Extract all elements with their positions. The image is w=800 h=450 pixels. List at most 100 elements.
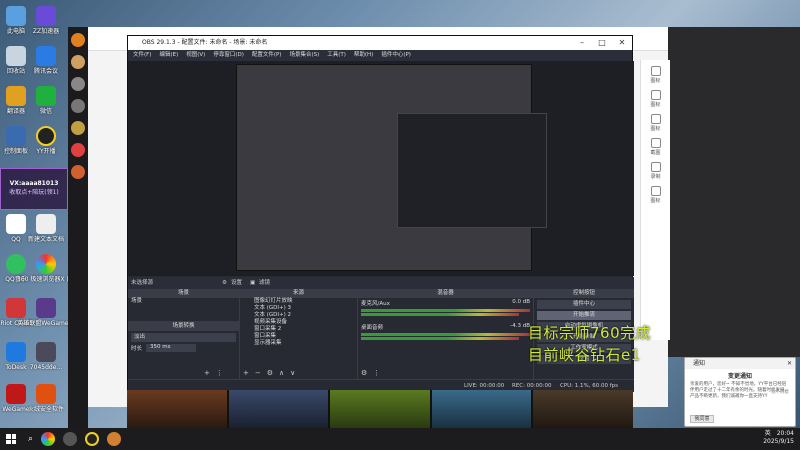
right-tool-item[interactable]: 图标: [641, 90, 670, 108]
tool-icon: [650, 186, 661, 196]
scene-item[interactable]: 场景: [128, 298, 239, 305]
game-thumbnail[interactable]: [533, 390, 633, 428]
menu-view[interactable]: 视图(V): [186, 50, 205, 61]
desktop-icon-area: 此电脑 ZZ加速器 回收站 腾讯会议 翻译器 微信 控制面板 YY开播 VX:a…: [0, 0, 75, 428]
desktop-icon-new-text[interactable]: 新建文本文档: [16, 214, 76, 243]
desktop-volume-slider[interactable]: [361, 337, 519, 340]
right-toolbar: 图标 图标 图标 截图 录制 图标: [640, 60, 670, 340]
yy-taskbar-icon[interactable]: [85, 432, 100, 446]
desktop-overlay-banner: VX:aaaa81013 收取点+陪玩(领1): [0, 168, 68, 210]
maximize-button[interactable]: □: [592, 36, 612, 50]
preview-captured-screen: [236, 64, 547, 271]
text-file-icon: [36, 214, 56, 234]
agree-button[interactable]: 我同意: [690, 415, 714, 423]
system-tray-clock[interactable]: 英 20:04 2025/9/15: [763, 430, 794, 446]
mic-volume-slider[interactable]: [361, 313, 519, 316]
record-icon: [650, 162, 661, 172]
menu-help[interactable]: 帮助(H): [354, 50, 373, 61]
launcher-app-icon[interactable]: [71, 99, 85, 113]
menu-tools[interactable]: 工具(T): [327, 50, 346, 61]
source-filters-button[interactable]: 滤镜: [259, 277, 270, 289]
mixer-settings-icon[interactable]: ⚙: [361, 369, 367, 377]
start-streaming-button[interactable]: 开始推流: [537, 311, 631, 320]
launcher-app-icon[interactable]: [71, 33, 85, 47]
game-thumbnail[interactable]: [127, 390, 227, 428]
screenshot-icon: [650, 138, 661, 148]
preview-source-bar: 未选择源 ⚙ 设置 ▣ 滤镜: [128, 277, 634, 289]
360-browser-icon: [36, 254, 56, 274]
desktop-icon-360-browser[interactable]: 360 极速浏览器X (2): [16, 254, 76, 283]
launcher-app-icon[interactable]: [71, 143, 85, 157]
menu-docks[interactable]: 停靠窗口(D): [213, 50, 244, 61]
huorong-icon: [36, 384, 56, 404]
source-item[interactable]: 图像幻灯片放映: [240, 298, 357, 305]
search-icon[interactable]: ⌕: [28, 434, 33, 444]
zz-accelerator-icon: [36, 6, 56, 26]
menu-plugin-center[interactable]: 插件中心(P): [381, 50, 411, 61]
move-up-icon[interactable]: ∧: [279, 369, 284, 377]
minimize-button[interactable]: –: [572, 36, 592, 50]
mixer-channel-desktop: 桌面音频 -4.3 dB: [361, 323, 530, 331]
right-tool-item[interactable]: 截图: [641, 138, 670, 156]
move-down-icon[interactable]: ∨: [290, 369, 295, 377]
menu-file[interactable]: 文件(F): [133, 50, 151, 61]
mixer-more-icon[interactable]: ⋮: [373, 369, 380, 377]
language-indicator[interactable]: 英: [765, 430, 771, 437]
source-item[interactable]: 窗口采集 2: [240, 326, 357, 333]
plugin-center-button[interactable]: 插件中心: [537, 300, 631, 309]
desktop-icon-yy[interactable]: YY开播: [16, 126, 76, 155]
mixer-channel-mic: 麦克风/Aux 0.0 dB: [361, 299, 530, 307]
right-tool-item[interactable]: 录制: [641, 162, 670, 180]
launcher-app-icon[interactable]: [71, 55, 85, 69]
desktop-icon-lol-wegame[interactable]: 英雄联盟WeGame版: [16, 298, 76, 327]
right-tool-item[interactable]: 图标: [641, 186, 670, 204]
source-properties-icon[interactable]: ⚙: [267, 369, 273, 377]
menu-profile[interactable]: 配置文件(P): [252, 50, 282, 61]
source-settings-button[interactable]: 设置: [231, 277, 242, 289]
desktop-icon-file-7045[interactable]: 7045dde...: [16, 342, 76, 371]
notification-popup: 通知 ✕ 变更通知 亲爱的用户，您好~ 不知不觉地，YY平台已经陪伴用户走过了十…: [684, 357, 796, 427]
menu-scene-collection[interactable]: 场景集合(S): [289, 50, 319, 61]
selected-source-label: 未选择源: [131, 280, 154, 286]
game-thumbnail[interactable]: [431, 390, 532, 428]
app-taskbar-icon[interactable]: [107, 432, 122, 446]
start-button[interactable]: [6, 434, 16, 444]
menu-edit[interactable]: 编辑(E): [159, 50, 178, 61]
source-item[interactable]: 文本 (GDI+) 2: [240, 312, 357, 319]
right-tool-item[interactable]: 图标: [641, 66, 670, 84]
launcher-app-icon[interactable]: [71, 165, 85, 179]
close-icon[interactable]: ✕: [787, 358, 792, 369]
tool-icon: [650, 66, 661, 76]
transition-more-icon[interactable]: ⋮: [216, 369, 223, 377]
right-tool-item[interactable]: 图标: [641, 114, 670, 132]
filter-icon[interactable]: ▣: [250, 277, 255, 289]
launcher-app-icon[interactable]: [71, 121, 85, 135]
source-item[interactable]: 窗口采集: [240, 333, 357, 340]
notification-title: 变更通知: [727, 373, 752, 380]
browser-taskbar-icon[interactable]: [41, 432, 56, 446]
notification-header: 通知 ✕: [685, 358, 795, 369]
desktop-icon-zz[interactable]: ZZ加速器: [16, 6, 76, 35]
desktop-icon-wechat[interactable]: 微信: [16, 86, 76, 115]
game-thumbnail[interactable]: [330, 390, 430, 428]
tool-icon: [650, 90, 661, 100]
remove-source-button[interactable]: −: [255, 369, 261, 377]
transition-type-select[interactable]: 淡出: [131, 333, 236, 342]
add-source-button[interactable]: +: [243, 369, 249, 377]
desktop-icon-huorong[interactable]: 火绒安全软件: [16, 384, 76, 413]
desktop-volume-meter: [361, 333, 530, 336]
obs-preview[interactable]: [128, 61, 634, 276]
source-item[interactable]: 文本 (GDI+) 3: [240, 305, 357, 312]
launcher-app-icon[interactable]: [71, 77, 85, 91]
duration-input[interactable]: 350 ms: [146, 344, 197, 352]
obs-taskbar-icon[interactable]: [63, 432, 78, 446]
close-button[interactable]: ✕: [612, 36, 632, 50]
disagree-link[interactable]: 我不同意: [771, 389, 789, 395]
desktop-icon-tencent-meeting[interactable]: 腾讯会议: [16, 46, 76, 75]
gear-icon[interactable]: ⚙: [222, 277, 227, 289]
add-transition-button[interactable]: +: [204, 369, 210, 377]
source-item[interactable]: 显示器采集: [240, 340, 357, 347]
game-thumbnail[interactable]: [228, 390, 329, 428]
source-item[interactable]: 视频采集设备: [240, 319, 357, 326]
game-thumbnail-strip: [127, 390, 633, 428]
